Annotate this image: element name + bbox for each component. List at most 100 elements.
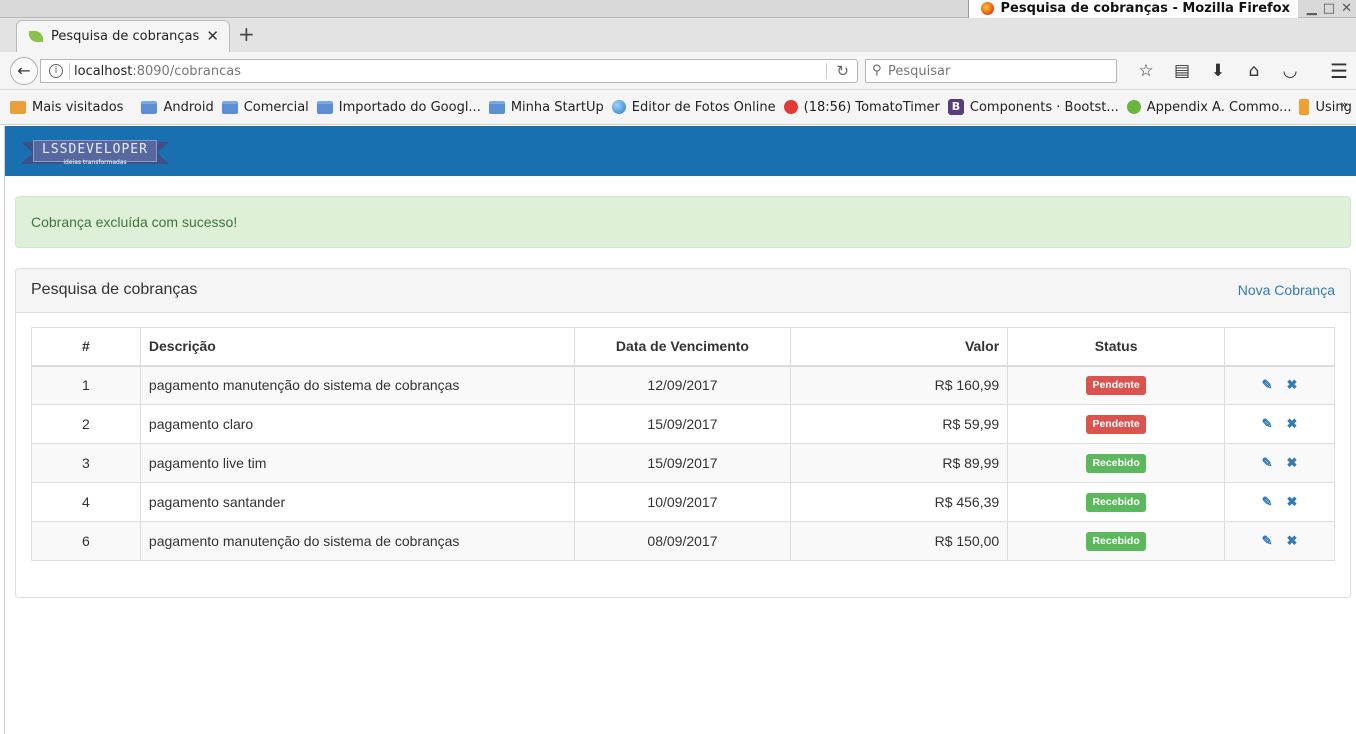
cell-id: 6: [31, 521, 141, 561]
close-window-button[interactable]: ✕: [1341, 0, 1352, 18]
cell-descricao: pagamento claro: [139, 404, 575, 444]
cell-data: 15/09/2017: [573, 443, 792, 483]
delete-icon[interactable]: ✖: [1287, 494, 1298, 510]
cell-actions: ✎ ✖: [1224, 521, 1335, 561]
header-data: Data de Vencimento: [573, 327, 792, 367]
table-row: 4 pagamento santander 10/09/2017 R$ 456,…: [31, 482, 1335, 522]
header-actions: [1224, 327, 1335, 367]
bookmark-label: Android: [163, 99, 214, 115]
bookmarks-overflow-icon[interactable]: »: [1340, 98, 1348, 113]
site-header: LSSDEVELOPER ideias transformadas: [5, 126, 1356, 176]
url-bar[interactable]: i localhost:8090/cobrancas ↻: [40, 59, 858, 83]
delete-icon[interactable]: ✖: [1287, 533, 1298, 549]
window-title-text: Pesquisa de cobranças - Mozilla Firefox: [1000, 1, 1290, 16]
maximize-button[interactable]: □: [1323, 0, 1335, 18]
bookmark-label: Using GitFlow With G...: [1315, 99, 1356, 115]
bookmark-label: Comercial: [243, 99, 309, 115]
status-badge: Pendente: [1086, 376, 1146, 396]
window-titlebar: Pesquisa de cobranças - Mozilla Firefox …: [0, 0, 1356, 18]
cell-actions: ✎ ✖: [1224, 482, 1335, 522]
menu-icon[interactable]: ☰: [1330, 60, 1348, 82]
cell-actions: ✎ ✖: [1224, 443, 1335, 483]
new-tab-button[interactable]: +: [238, 24, 255, 44]
back-button[interactable]: ←: [10, 57, 38, 85]
bookmark-comercial[interactable]: Comercial: [221, 99, 309, 115]
star-folder-icon: [10, 100, 26, 114]
bookmark-minha-startup[interactable]: Minha StartUp: [488, 99, 604, 115]
tab-pesquisa[interactable]: Pesquisa de cobranças ✕: [16, 20, 230, 52]
window-controls: ▁ □ ✕: [1307, 0, 1352, 18]
url-separator-right: [826, 63, 827, 79]
bookmark-importado[interactable]: Importado do Googl...: [316, 99, 481, 115]
cell-status: Recebido: [1007, 482, 1226, 522]
clipboard-icon[interactable]: ▤: [1164, 60, 1200, 82]
bookmark-editor-fotos[interactable]: Editor de Fotos Online: [611, 99, 776, 115]
panel-title: Pesquisa de cobranças: [31, 281, 198, 298]
bookmark-star-icon[interactable]: ☆: [1128, 60, 1164, 82]
bookmark-tomatotimer[interactable]: (18:56) TomatoTimer: [783, 99, 940, 115]
delete-icon[interactable]: ✖: [1287, 377, 1298, 393]
bookmark-appendix[interactable]: Appendix A. Commo...: [1126, 99, 1292, 115]
cell-valor: R$ 160,99: [790, 365, 1009, 405]
reload-icon[interactable]: ↻: [836, 62, 849, 80]
url-text[interactable]: localhost:8090/cobrancas: [74, 64, 241, 79]
spring-leaf-icon: [29, 31, 43, 42]
page-content: LSSDEVELOPER ideias transformadas Cobran…: [4, 126, 1356, 734]
home-icon[interactable]: ⌂: [1236, 60, 1272, 82]
cell-id: 2: [31, 404, 141, 444]
header-status: Status: [1007, 327, 1226, 367]
bookmark-label: Appendix A. Commo...: [1146, 99, 1292, 115]
header-descricao: Descrição: [139, 327, 575, 367]
cell-data: 15/09/2017: [573, 404, 792, 444]
window-title: Pesquisa de cobranças - Mozilla Firefox: [967, 0, 1298, 18]
table-row: 1 pagamento manutenção do sistema de cob…: [31, 365, 1335, 405]
bookmark-mais-visitados[interactable]: Mais visitados: [10, 100, 123, 115]
edit-icon[interactable]: ✎: [1262, 533, 1273, 549]
cell-descricao: pagamento santander: [139, 482, 575, 522]
cell-id: 1: [31, 365, 141, 405]
url-host: localhost: [74, 64, 133, 79]
pocket-icon[interactable]: ◡: [1272, 60, 1308, 82]
search-icon: ⚲: [872, 63, 882, 78]
cell-descricao: pagamento manutenção do sistema de cobra…: [139, 365, 575, 405]
edit-icon[interactable]: ✎: [1262, 494, 1273, 510]
logo-subtext: ideias transformadas: [63, 159, 127, 166]
cell-valor: R$ 59,99: [790, 404, 1009, 444]
panel-heading: Pesquisa de cobranças Nova Cobrança: [16, 269, 1350, 313]
minimize-button[interactable]: ▁: [1307, 0, 1317, 18]
edit-icon[interactable]: ✎: [1262, 416, 1273, 432]
site-logo[interactable]: LSSDEVELOPER ideias transformadas: [21, 140, 169, 170]
tab-label: Pesquisa de cobranças: [51, 29, 200, 44]
cell-descricao: pagamento live tim: [139, 443, 575, 483]
bookmark-bootstrap[interactable]: B Components · Bootst...: [947, 99, 1119, 115]
tomato-icon: [783, 100, 798, 114]
cell-valor: R$ 456,39: [790, 482, 1009, 522]
bootstrap-icon: B: [947, 99, 964, 115]
url-separator: [69, 63, 70, 79]
cell-status: Recebido: [1007, 521, 1226, 561]
header-id: #: [31, 327, 141, 367]
status-badge: Recebido: [1086, 532, 1146, 551]
cell-id: 4: [31, 482, 141, 522]
delete-icon[interactable]: ✖: [1287, 416, 1298, 432]
edit-icon[interactable]: ✎: [1262, 377, 1273, 393]
bookmark-label: (18:56) TomatoTimer: [803, 99, 940, 115]
bookmark-label: Minha StartUp: [510, 99, 604, 115]
folder-icon: [221, 100, 238, 114]
edit-icon[interactable]: ✎: [1262, 455, 1273, 471]
table-header-row: # Descrição Data de Vencimento Valor Sta…: [31, 327, 1335, 367]
close-tab-icon[interactable]: ✕: [206, 27, 219, 45]
delete-icon[interactable]: ✖: [1287, 455, 1298, 471]
bookmark-label: Editor de Fotos Online: [631, 99, 776, 115]
info-icon[interactable]: i: [49, 64, 63, 78]
cell-valor: R$ 150,00: [790, 521, 1009, 561]
bookmark-label: Importado do Googl...: [338, 99, 481, 115]
search-input[interactable]: [888, 62, 1108, 80]
spring-icon: [1126, 100, 1141, 114]
search-bar[interactable]: ⚲: [865, 59, 1117, 83]
cell-status: Recebido: [1007, 443, 1226, 483]
download-icon[interactable]: ⬇: [1200, 60, 1236, 82]
toolbar-icons: ☆ ▤ ⬇ ⌂ ◡: [1128, 60, 1308, 82]
new-cobranca-link[interactable]: Nova Cobrança: [1238, 282, 1335, 298]
bookmark-android[interactable]: Android: [141, 99, 214, 115]
